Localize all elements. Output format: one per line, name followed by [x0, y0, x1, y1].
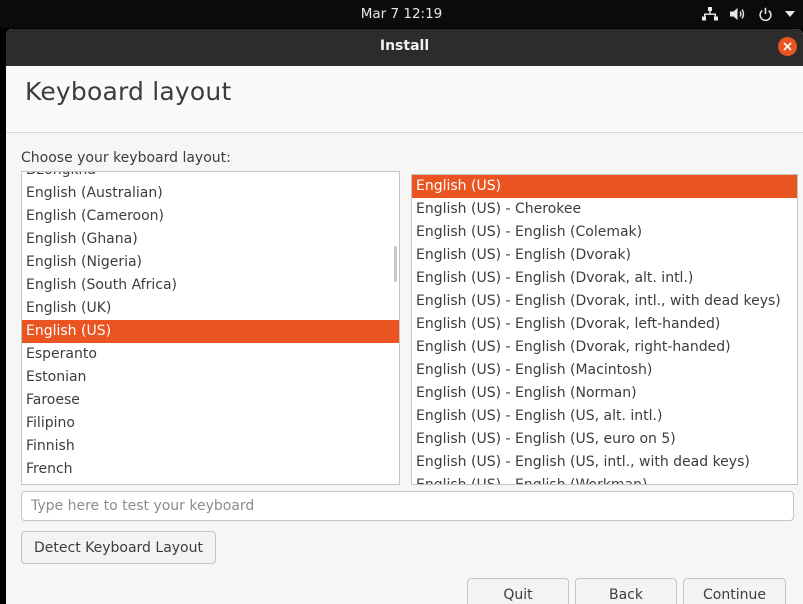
top-panel: Mar 7 12:19 — [0, 0, 803, 28]
back-button[interactable]: Back — [575, 578, 677, 604]
layout-list-item[interactable]: English (Nigeria) — [22, 251, 399, 274]
close-icon — [783, 42, 792, 51]
layout-list-item[interactable]: Esperanto — [22, 343, 399, 366]
variant-list-item[interactable]: English (US) - English (US, euro on 5) — [412, 428, 797, 451]
system-tray — [702, 0, 795, 28]
variant-list-item[interactable]: English (US) - English (Dvorak, left-han… — [412, 313, 797, 336]
variant-list-item[interactable]: English (US) - English (Dvorak, right-ha… — [412, 336, 797, 359]
layout-list-item[interactable]: Filipino — [22, 412, 399, 435]
variant-list-item[interactable]: English (US) - English (US, intl., with … — [412, 451, 797, 474]
quit-button[interactable]: Quit — [467, 578, 569, 604]
variant-list-item[interactable]: English (US) - English (Dvorak) — [412, 244, 797, 267]
layout-list-item[interactable]: English (Australian) — [22, 182, 399, 205]
clock[interactable]: Mar 7 12:19 — [0, 0, 803, 28]
close-button[interactable] — [778, 37, 797, 56]
window-titlebar[interactable]: Install — [6, 29, 803, 66]
variant-list-item[interactable]: English (US) - English (Colemak) — [412, 221, 797, 244]
page-content: Choose your keyboard layout: DzongkhaEng… — [6, 133, 803, 604]
layout-list-item[interactable]: English (South Africa) — [22, 274, 399, 297]
network-icon[interactable] — [702, 7, 718, 21]
installer-window: Install Keyboard layout Choose your keyb… — [6, 29, 803, 604]
layout-list-item[interactable]: French — [22, 458, 399, 481]
layout-list-item[interactable]: Estonian — [22, 366, 399, 389]
layout-list[interactable]: DzongkhaEnglish (Australian)English (Cam… — [21, 171, 400, 485]
variant-list-rows: English (US) English (US) - Cherokee Engli… — [412, 175, 797, 484]
chevron-down-icon[interactable] — [785, 11, 795, 17]
layout-list-item[interactable]: English (Ghana) — [22, 228, 399, 251]
layout-list-item[interactable]: Faroese — [22, 389, 399, 412]
variant-list[interactable]: English (US) English (US) - Cherokee Engli… — [411, 174, 798, 485]
keyboard-test-input[interactable] — [21, 491, 794, 521]
power-icon[interactable] — [758, 7, 773, 22]
variant-list-item[interactable]: English (US) - Cherokee — [412, 198, 797, 221]
variant-list-item[interactable]: English (US) - English (Dvorak, intl., w… — [412, 290, 797, 313]
layout-list-item[interactable]: English (UK) — [22, 297, 399, 320]
detect-keyboard-layout-button[interactable]: Detect Keyboard Layout — [21, 531, 216, 564]
layout-list-item[interactable]: English (US) — [22, 320, 399, 343]
variant-list-item[interactable]: English (US) - English (US, alt. intl.) — [412, 405, 797, 428]
layout-list-rows: DzongkhaEnglish (Australian)English (Cam… — [22, 172, 399, 481]
variant-list-item[interactable]: English (US) - English (Workman) — [412, 474, 797, 484]
layout-list-item[interactable]: English (Cameroon) — [22, 205, 399, 228]
window-title: Install — [379, 38, 430, 54]
variant-list-item[interactable]: English (US) — [412, 175, 797, 198]
variant-list-item[interactable]: English (US) - English (Norman) — [412, 382, 797, 405]
layout-list-item[interactable]: Dzongkha — [22, 172, 399, 182]
layout-list-item[interactable]: Finnish — [22, 435, 399, 458]
layout-list-scrollbar[interactable] — [394, 246, 397, 282]
page-title: Keyboard layout — [25, 77, 232, 106]
continue-button[interactable]: Continue — [683, 578, 786, 604]
variant-list-item[interactable]: English (US) - English (Dvorak, alt. int… — [412, 267, 797, 290]
volume-icon[interactable] — [730, 7, 746, 21]
choose-layout-label: Choose your keyboard layout: — [21, 150, 231, 166]
variant-list-item[interactable]: English (US) - English (Macintosh) — [412, 359, 797, 382]
